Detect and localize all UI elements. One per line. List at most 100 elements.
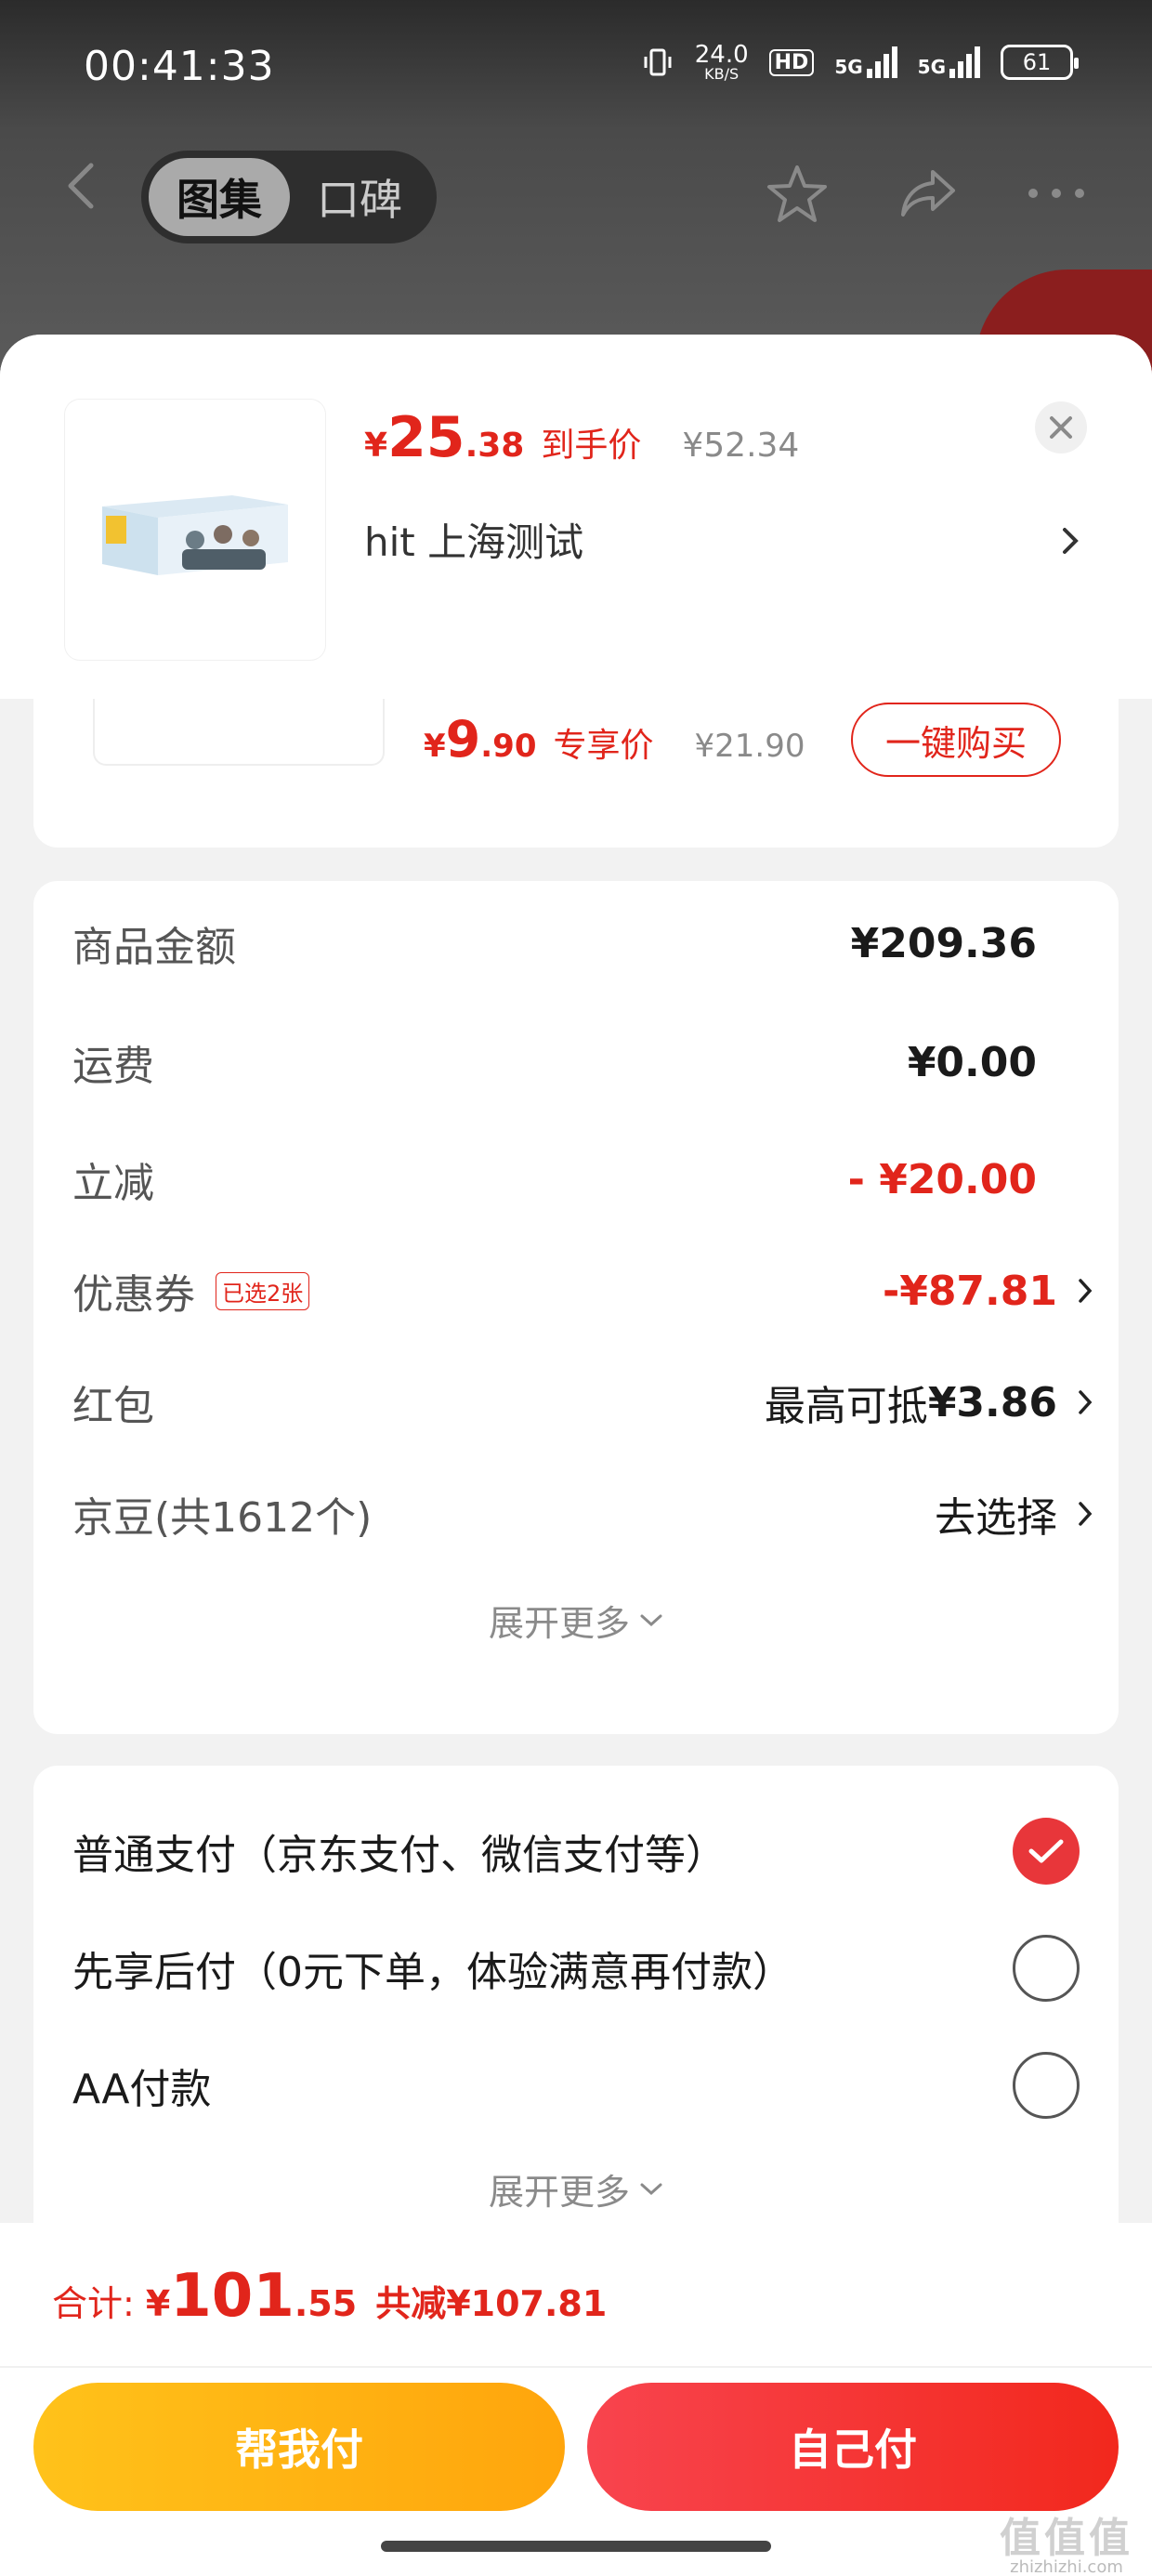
cost-label: 运费 (72, 1043, 154, 1090)
product-price-int: 25 (387, 405, 465, 470)
cost-label: 京豆(共1612个) (72, 1494, 373, 1542)
payment-expand-more[interactable]: 展开更多 (33, 2163, 1119, 2215)
total-currency: ¥ (145, 2283, 171, 2324)
radio-checked[interactable] (1013, 1818, 1080, 1885)
payment-option-pay-later[interactable]: 先享后付（0元下单，体验满意再付款） (72, 1931, 1080, 2005)
close-button[interactable] (1035, 401, 1087, 453)
battery-icon: 61 (1001, 45, 1079, 80)
divider (0, 2366, 1152, 2368)
one-click-buy-button[interactable]: 一键购买 (851, 703, 1061, 777)
total-label: 合计: (52, 2283, 135, 2324)
product-image[interactable] (65, 400, 325, 660)
tab-gallery[interactable]: 图集 (149, 158, 290, 236)
cost-expand-more[interactable]: 展开更多 (33, 1595, 1119, 1646)
cost-row-instant-discount: 立减 - ¥20.00 (72, 1147, 1080, 1212)
product-price-currency: ¥ (364, 427, 388, 465)
tab-reviews[interactable]: 口碑 (290, 158, 429, 236)
cost-row-subtotal: 商品金额 ¥209.36 (72, 911, 1080, 976)
payment-option-label: 普通支付（京东支付、微信支付等） (72, 1832, 727, 1879)
chevron-right-icon (1079, 1390, 1093, 1414)
expand-more-label: 展开更多 (488, 1603, 630, 1644)
recommended-price-dec: .90 (480, 728, 537, 765)
recommended-price-int: 9 (445, 710, 481, 769)
back-icon[interactable] (59, 160, 106, 212)
watermark-logo: 值值值 (1000, 2515, 1133, 2562)
star-icon[interactable] (764, 160, 831, 227)
cost-value: 去选择 (935, 1484, 1093, 1544)
chevron-right-icon (1079, 1502, 1093, 1526)
cost-label: 立减 (72, 1160, 154, 1207)
total-int: 101 (170, 2262, 295, 2331)
recommended-price-currency: ¥ (424, 728, 446, 765)
product-title[interactable]: hit 上海测试 (364, 511, 583, 568)
signal-1-label: 5G (834, 56, 863, 78)
cost-value: 最高可抵 ¥3.86 (764, 1373, 1093, 1432)
radio-unchecked[interactable] (1013, 2052, 1080, 2119)
expand-more-label: 展开更多 (488, 2172, 630, 2213)
close-icon (1050, 416, 1072, 439)
top-nav: 图集 口碑 (0, 139, 1152, 243)
signal-2-label: 5G (917, 56, 946, 78)
jd-beans-action: 去选择 (935, 1494, 1057, 1542)
total-dec: .55 (294, 2283, 358, 2324)
status-time: 00:41:33 (84, 43, 275, 90)
cost-label: 红包 (72, 1383, 154, 1430)
net-speed-unit: KB/S (704, 65, 740, 83)
net-speed-value: 24.0 (694, 41, 749, 69)
pay-myself-button[interactable]: 自己付 (587, 2383, 1119, 2511)
share-icon[interactable] (896, 161, 961, 226)
chevron-right-icon[interactable] (1061, 526, 1080, 556)
nav-actions (764, 160, 1087, 227)
cost-value: - ¥20.00 (847, 1155, 1037, 1203)
cost-label: 商品金额 (72, 924, 236, 971)
order-total: 合计: ¥ 101 .55 共减¥107.81 (52, 2262, 607, 2331)
red-packet-prefix: 最高可抵 (764, 1383, 928, 1430)
cost-value: -¥87.81 (882, 1267, 1093, 1315)
radio-unchecked[interactable] (1013, 1935, 1080, 2002)
status-bar: 00:41:33 24.0 KB/S HD 5G 5G 61 (0, 0, 1152, 139)
chevron-right-icon (1079, 1279, 1093, 1303)
cost-label: 优惠券 已选2张 (72, 1261, 310, 1321)
payment-option-standard[interactable]: 普通支付（京东支付、微信支付等） (72, 1814, 1080, 1888)
recommended-original-price: ¥21.90 (694, 728, 805, 765)
product-price: ¥ 25 .38 到手价 ¥52.34 (364, 405, 799, 470)
home-indicator[interactable] (381, 2541, 771, 2552)
net-speed: 24.0 KB/S (695, 43, 749, 82)
red-packet-value: ¥3.86 (927, 1378, 1057, 1426)
product-box-illustration (102, 495, 288, 575)
coupon-label: 优惠券 (72, 1271, 195, 1319)
more-icon[interactable] (1026, 184, 1087, 203)
cost-row-jd-beans[interactable]: 京豆(共1612个) 去选择 (72, 1481, 1093, 1546)
coupon-count-badge: 已选2张 (216, 1271, 310, 1310)
cost-value: ¥209.36 (850, 919, 1037, 967)
product-price-tag: 到手价 (541, 427, 642, 465)
coupon-value: -¥87.81 (882, 1267, 1057, 1315)
product-original-price: ¥52.34 (682, 427, 800, 465)
help-me-pay-button[interactable]: 帮我付 (33, 2383, 565, 2511)
recommended-price: ¥ 9 .90 专享价 ¥21.90 (424, 710, 805, 769)
total-saved: 共减¥107.81 (375, 2283, 608, 2324)
watermark-url: zhizhizhi.com (1010, 2557, 1123, 2576)
battery-level: 61 (1022, 49, 1052, 75)
chevron-down-icon (640, 2183, 662, 2195)
signal-1: 5G (834, 46, 897, 78)
payment-methods: 普通支付（京东支付、微信支付等） 先享后付（0元下单，体验满意再付款） AA付款… (33, 1766, 1119, 2249)
cost-row-red-packet[interactable]: 红包 最高可抵 ¥3.86 (72, 1370, 1093, 1435)
system-icons: 24.0 KB/S HD 5G 5G 61 (641, 43, 1079, 82)
payment-option-aa[interactable]: AA付款 (72, 2048, 1080, 2123)
cost-row-coupon[interactable]: 优惠券 已选2张 -¥87.81 (72, 1258, 1093, 1323)
signal-icon (866, 46, 897, 78)
product-price-dec: .38 (465, 427, 525, 465)
view-switch: 图集 口碑 (141, 151, 437, 243)
payment-option-label: 先享后付（0元下单，体验满意再付款） (72, 1949, 793, 1996)
vibrate-icon (644, 48, 672, 76)
tab-reviews-label: 口碑 (317, 175, 402, 225)
hd-icon: HD (768, 48, 815, 76)
checkmark-icon (1028, 1839, 1064, 1863)
checkout-footer: 合计: ¥ 101 .55 共减¥107.81 帮我付 自己付 值值值 zhiz… (0, 2223, 1152, 2576)
product-header: ¥ 25 .38 到手价 ¥52.34 hit 上海测试 (0, 335, 1152, 699)
recommended-price-tag: 专享价 (553, 727, 654, 765)
signal-icon (949, 46, 980, 78)
signal-2: 5G (918, 46, 980, 78)
site-watermark: 值值值 zhizhizhi.com (1000, 2518, 1133, 2576)
